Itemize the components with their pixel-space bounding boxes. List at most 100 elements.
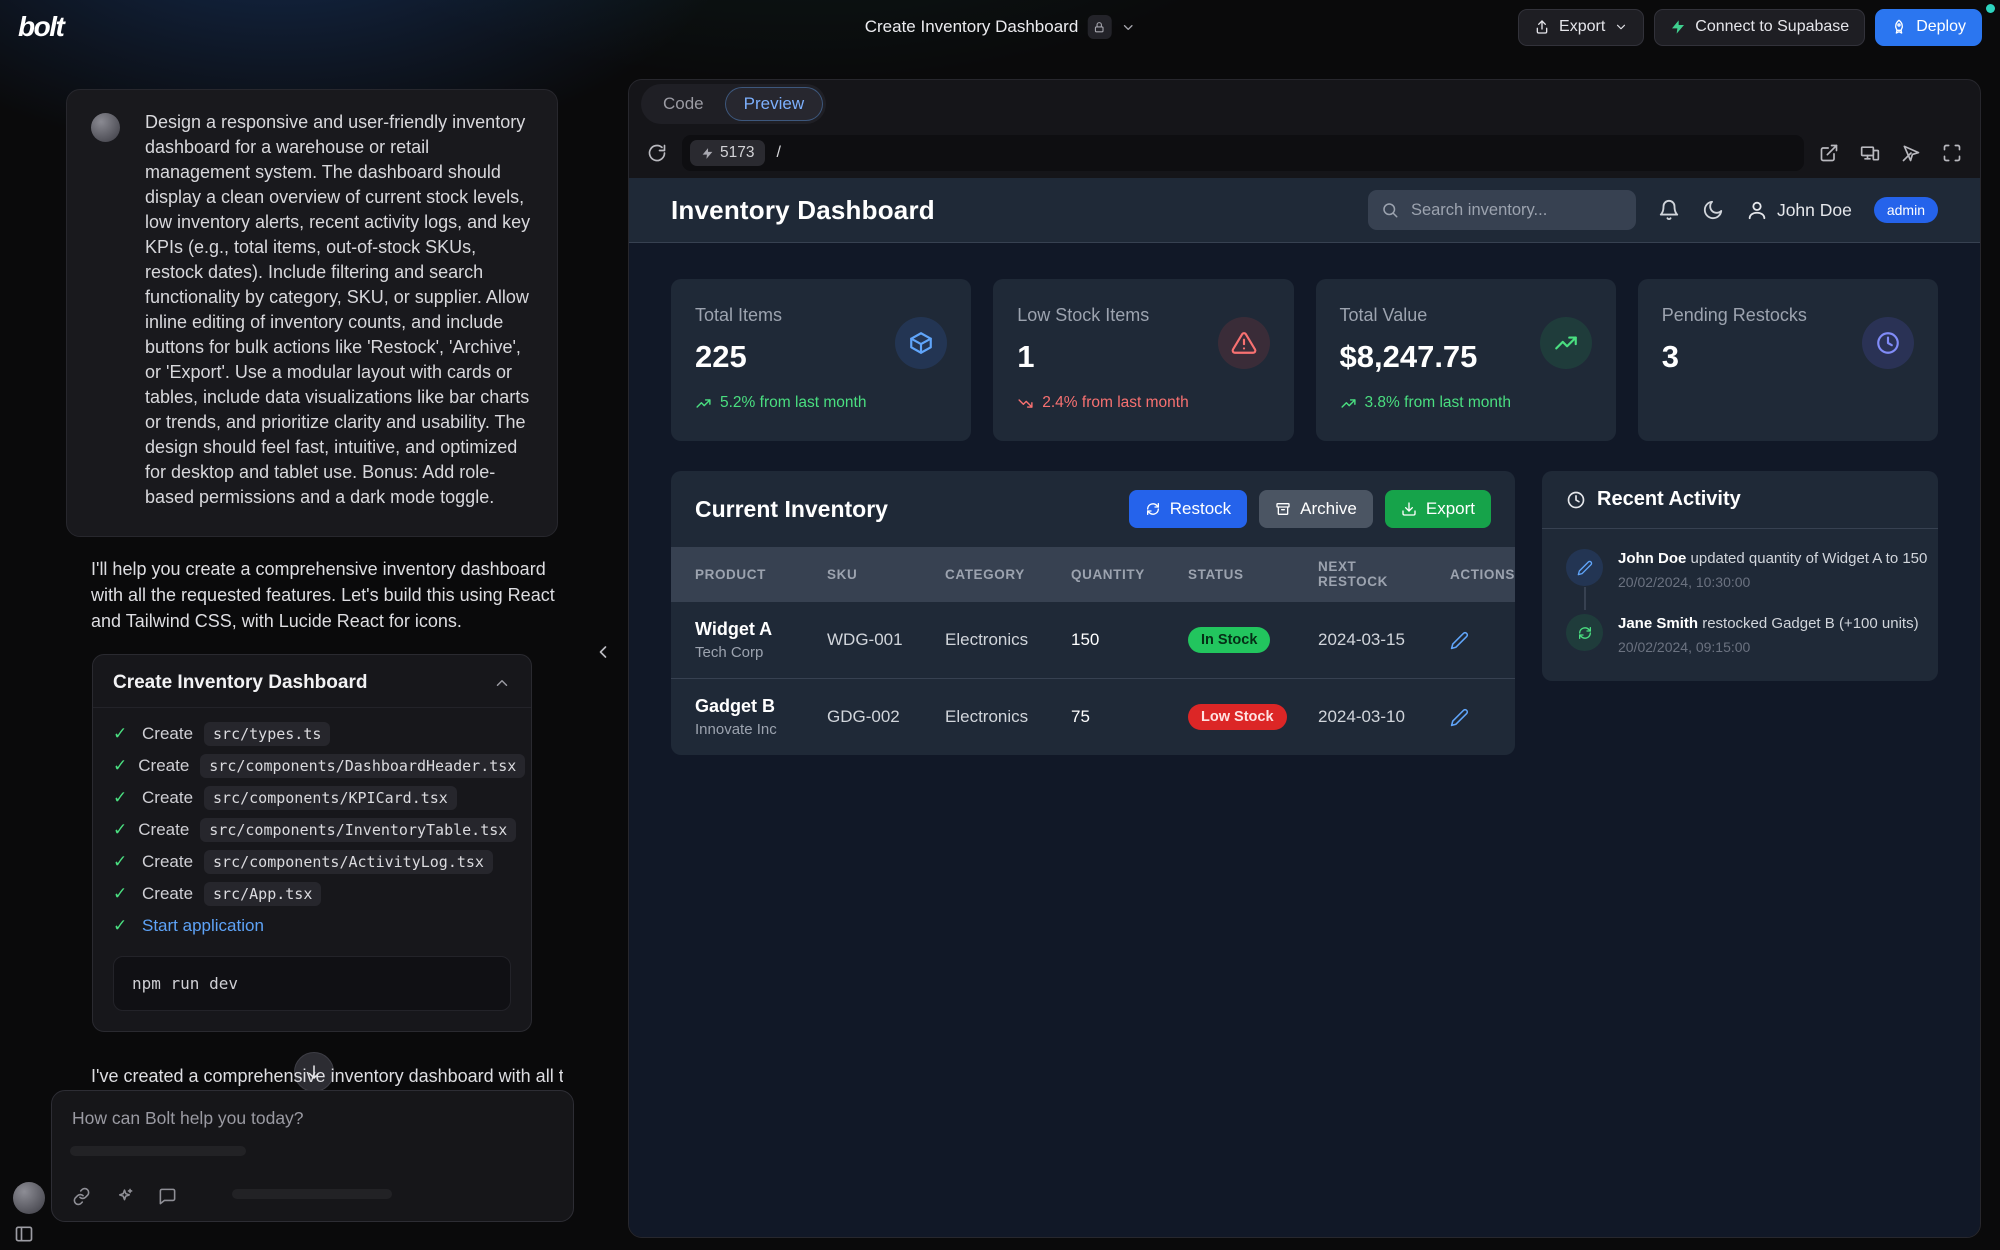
current-inventory-card: Current Inventory Restock Archive [671,471,1515,755]
step-file-chip[interactable]: src/App.tsx [204,882,321,906]
next-restock-cell: 2024-03-10 [1304,679,1436,756]
check-icon: ✓ [113,724,131,744]
quantity-cell[interactable]: 75 [1057,679,1174,756]
deploy-button[interactable]: Deploy [1875,9,1982,46]
trending-up-icon [1540,317,1592,369]
timeline-connector [1584,587,1586,610]
step-file-chip[interactable]: src/types.ts [204,722,330,746]
tab-code[interactable]: Code [644,87,723,121]
activity-action: restocked Gadget B (+100 units) [1698,615,1919,632]
kpi-card-pending-restocks: Pending Restocks 3 [1638,279,1938,441]
edit-icon[interactable] [1450,708,1501,727]
avatar [91,113,120,142]
edit-icon [1566,549,1603,586]
inventory-search[interactable] [1368,190,1636,230]
url-path: / [776,144,780,162]
sidebar-toggle-icon[interactable] [14,1224,34,1244]
collapse-chat-handle[interactable] [593,642,613,662]
export-button[interactable]: Export [1385,490,1491,528]
chat-bubble-icon[interactable] [158,1187,177,1206]
role-badge: admin [1874,197,1938,223]
activity-timestamp: 20/02/2024, 10:30:00 [1618,574,1927,590]
artifact-step: ✓ Create src/App.tsx [113,878,511,910]
user-message-text: Design a responsive and user-friendly in… [145,112,530,507]
table-row[interactable]: Gadget B Innovate Inc GDG-002 Electronic… [671,679,1515,756]
activity-timestamp: 20/02/2024, 09:15:00 [1618,639,1919,655]
link-icon[interactable] [72,1187,91,1206]
artifact-step: ✓ Create src/components/InventoryTable.t… [113,814,511,846]
inspect-off-icon[interactable] [1901,143,1921,163]
bell-icon[interactable] [1658,199,1680,221]
activity-action: updated quantity of Widget A to 150 [1686,550,1927,567]
search-input[interactable] [1409,200,1623,221]
lock-icon [1087,15,1111,39]
reload-icon[interactable] [647,143,667,163]
user-avatar-small[interactable] [13,1182,45,1214]
project-title-menu[interactable]: Create Inventory Dashboard [865,0,1136,54]
next-restock-cell: 2024-03-15 [1304,602,1436,679]
open-external-icon[interactable] [1819,143,1839,163]
chat-panel: Design a responsive and user-friendly in… [0,54,622,1250]
restock-button[interactable]: Restock [1129,490,1247,528]
step-file-chip[interactable]: src/components/DashboardHeader.tsx [200,754,525,778]
fullscreen-icon[interactable] [1942,143,1962,163]
kpi-trend: 5.2% from last month [695,394,947,412]
check-icon: ✓ [113,852,131,872]
artifact-step: ✓ Create src/types.ts [113,718,511,750]
artifact-title: Create Inventory Dashboard [113,672,367,694]
export-button[interactable]: Export [1518,9,1644,46]
quantity-cell[interactable]: 150 [1057,602,1174,679]
tab-preview[interactable]: Preview [725,87,823,121]
product-name: Gadget B [695,696,799,717]
terminal-command: npm run dev [113,956,511,1011]
step-file-chip[interactable]: src/components/InventoryTable.tsx [200,818,516,842]
dimmed-suggestion [70,1146,246,1156]
responsive-devices-icon[interactable] [1860,143,1880,163]
user-menu[interactable]: John Doe [1746,199,1852,221]
port-pill[interactable]: 5173 [690,140,765,166]
edit-icon[interactable] [1450,631,1501,650]
sparkles-icon[interactable] [115,1187,134,1206]
step-file-chip[interactable]: src/components/ActivityLog.tsx [204,850,493,874]
start-application-link[interactable]: Start application [142,916,264,936]
top-bar: bolt Create Inventory Dashboard Export C… [0,0,2000,54]
dark-mode-toggle-icon[interactable] [1702,199,1724,221]
step-action: Create [142,724,193,744]
table-row[interactable]: Widget A Tech Corp WDG-001 Electronics 1… [671,602,1515,679]
port-number: 5173 [720,144,754,162]
bolt-logo[interactable]: bolt [18,11,63,43]
connect-supabase-button[interactable]: Connect to Supabase [1654,9,1865,46]
artifact-steps: ✓ Create src/types.ts ✓ Create src/compo… [93,708,531,1031]
product-supplier: Tech Corp [695,644,799,661]
chevron-up-icon[interactable] [493,674,511,692]
check-icon: ✓ [113,820,127,840]
notification-dot [1986,4,1995,13]
chevron-down-icon [1614,20,1628,34]
code-preview-toggle: Code Preview [641,84,826,124]
archive-button[interactable]: Archive [1259,490,1373,528]
app-preview: Inventory Dashboard John Doe admin Total… [629,178,1980,1237]
archive-icon [1275,501,1291,517]
list-item: Jane Smith restocked Gadget B (+100 unit… [1566,614,1920,655]
artifact-step: ✓ Create src/components/KPICard.tsx [113,782,511,814]
chat-input[interactable] [70,1107,540,1130]
activity-header: Recent Activity [1542,471,1938,529]
refresh-icon [1145,501,1161,517]
column-header: PRODUCT [671,547,813,602]
preview-panel: Code Preview 5173 / Inventory Dashboard [628,79,1981,1238]
chat-input-box[interactable] [51,1090,574,1222]
export-label: Export [1559,18,1605,36]
activity-actor: John Doe [1618,550,1686,567]
category-cell: Electronics [931,679,1057,756]
browser-actions [1819,143,1962,163]
artifact-step: ✓ Create src/components/DashboardHeader.… [113,750,511,782]
table-header-row: PRODUCT SKU CATEGORY QUANTITY STATUS NEX… [671,547,1515,602]
trending-up-icon [1340,395,1357,412]
kpi-card-low-stock: Low Stock Items 1 2.4% from last month [993,279,1293,441]
url-bar[interactable]: 5173 / [682,135,1804,171]
artifact-header[interactable]: Create Inventory Dashboard [93,655,531,708]
status-badge: Low Stock [1188,704,1287,730]
column-header: STATUS [1174,547,1304,602]
kpi-row: Total Items 225 5.2% from last month Low… [671,279,1938,441]
step-file-chip[interactable]: src/components/KPICard.tsx [204,786,457,810]
